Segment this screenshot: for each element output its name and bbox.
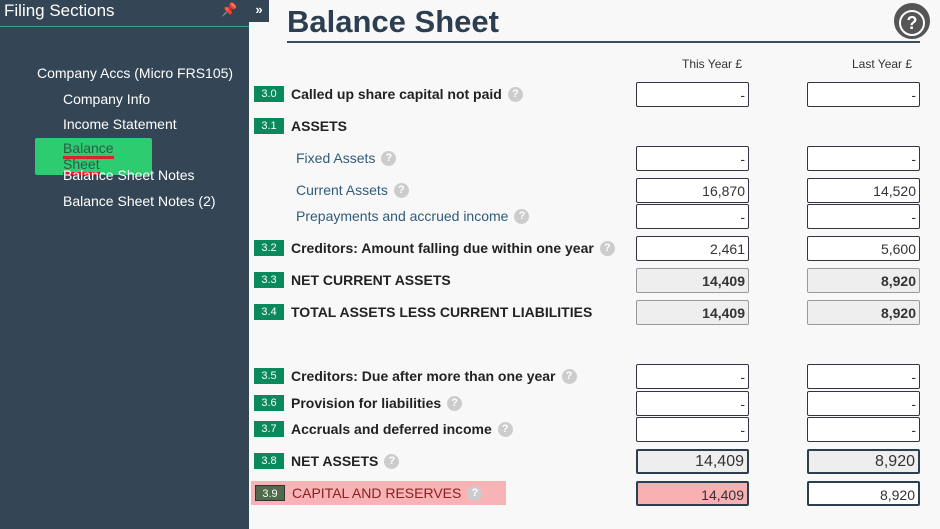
balance-row: 3.7 Accruals and deferred income? [254, 417, 513, 441]
help-icon[interactable]: ? [561, 368, 577, 384]
this-year-input[interactable]: - [636, 364, 749, 389]
help-icon[interactable]: ? [467, 485, 483, 501]
help-icon[interactable]: ? [381, 150, 397, 166]
balance-row: 3.3 NET CURRENT ASSETS [254, 268, 451, 292]
section-number-badge: 3.7 [254, 421, 284, 437]
column-header-this-year: This Year £ [682, 57, 743, 71]
balance-row: 3.9 CAPITAL AND RESERVES? [251, 481, 507, 505]
section-number-badge: 3.9 [255, 485, 285, 501]
last-year-input[interactable]: - [807, 82, 920, 107]
section-number-badge: 3.0 [254, 86, 284, 102]
section-number-badge: 3.2 [254, 240, 284, 256]
this-year-input[interactable]: 16,870 [636, 178, 749, 203]
help-icon: ? [899, 10, 925, 36]
section-number-badge: 3.3 [254, 272, 284, 288]
last-year-input[interactable]: 8,920 [807, 449, 920, 474]
this-year-input[interactable]: 14,409 [636, 481, 749, 506]
balance-row: Prepayments and accrued income? [254, 204, 530, 228]
sidebar-item-balance-sheet-notes[interactable]: Balance Sheet Notes [63, 167, 195, 183]
this-year-input[interactable]: 2,461 [636, 236, 749, 261]
help-icon[interactable]: ? [447, 395, 463, 411]
help-icon[interactable]: ? [514, 208, 530, 224]
sidebar-item-company-accs[interactable]: Company Accs (Micro FRS105) [37, 65, 233, 81]
last-year-input[interactable]: - [807, 146, 920, 171]
sidebar-header: Filing Sections 📌 [0, 0, 249, 27]
last-year-input[interactable]: 8,920 [807, 300, 920, 325]
row-label: TOTAL ASSETS LESS CURRENT LIABILITIES [291, 304, 593, 320]
title-divider [287, 41, 920, 43]
row-label: NET ASSETS [291, 453, 379, 469]
row-label: Creditors: Amount falling due within one… [291, 240, 594, 256]
last-year-input[interactable]: - [807, 417, 920, 442]
balance-row: Current Assets? [254, 178, 409, 202]
balance-row: 3.0 Called up share capital not paid? [254, 82, 523, 106]
this-year-input[interactable]: - [636, 82, 749, 107]
row-label: NET CURRENT ASSETS [291, 272, 451, 288]
this-year-input[interactable]: - [636, 204, 749, 229]
help-icon[interactable]: ? [599, 240, 615, 256]
last-year-input[interactable]: 14,520 [807, 178, 920, 203]
section-number-badge: 3.4 [254, 304, 284, 320]
sidebar-item-company-info[interactable]: Company Info [63, 91, 150, 107]
section-number-badge: 3.1 [254, 118, 284, 134]
section-number-badge: 3.6 [254, 395, 284, 411]
balance-row: 3.2 Creditors: Amount falling due within … [254, 236, 615, 260]
last-year-input[interactable]: 8,920 [807, 481, 920, 506]
row-label: Creditors: Due after more than one year [291, 368, 556, 384]
sidebar-item-income-statement[interactable]: Income Statement [63, 116, 177, 132]
sidebar-title: Filing Sections [4, 1, 115, 20]
pin-icon[interactable]: 📌 [221, 2, 237, 18]
balance-row: 3.5 Creditors: Due after more than one ye… [254, 364, 577, 388]
balance-row: 3.1 ASSETS [254, 114, 347, 138]
this-year-input[interactable]: 14,409 [636, 449, 749, 474]
row-label: Current Assets [296, 182, 388, 198]
row-label: Provision for liabilities [291, 395, 442, 411]
last-year-input[interactable]: - [807, 364, 920, 389]
this-year-input[interactable]: - [636, 417, 749, 442]
last-year-input[interactable]: 8,920 [807, 268, 920, 293]
help-icon[interactable]: ? [507, 86, 523, 102]
section-number-badge: 3.8 [254, 453, 284, 469]
this-year-input[interactable]: - [636, 391, 749, 416]
double-chevron-right-icon[interactable]: » [249, 0, 269, 22]
section-number-badge: 3.5 [254, 368, 284, 384]
row-label: CAPITAL AND RESERVES [292, 485, 462, 501]
column-header-last-year: Last Year £ [852, 57, 913, 71]
row-label: Fixed Assets [296, 150, 376, 166]
row-label: Called up share capital not paid [291, 86, 502, 102]
sidebar: Filing Sections 📌 Company Accs (Micro FR… [0, 0, 249, 529]
page-title: Balance Sheet [287, 4, 499, 39]
last-year-input[interactable]: 5,600 [807, 236, 920, 261]
this-year-input[interactable]: 14,409 [636, 268, 749, 293]
help-icon[interactable]: ? [384, 453, 400, 469]
balance-row: 3.6 Provision for liabilities? [254, 391, 463, 415]
row-label: ASSETS [291, 118, 348, 134]
last-year-input[interactable]: - [807, 391, 920, 416]
row-label: Prepayments and accrued income [296, 208, 509, 224]
sidebar-item-balance-sheet-notes-2[interactable]: Balance Sheet Notes (2) [63, 193, 216, 209]
help-icon[interactable]: ? [497, 421, 513, 437]
row-label: Accruals and deferred income [291, 421, 492, 437]
last-year-input[interactable]: - [807, 204, 920, 229]
balance-row: 3.4 TOTAL ASSETS LESS CURRENT LIABILITIES [254, 300, 592, 324]
help-icon[interactable]: ? [393, 182, 409, 198]
this-year-input[interactable]: - [636, 146, 749, 171]
this-year-input[interactable]: 14,409 [636, 300, 749, 325]
balance-row: 3.8 NET ASSETS? [254, 449, 400, 473]
balance-row: Fixed Assets? [254, 146, 397, 170]
help-button[interactable]: ? [894, 3, 930, 39]
